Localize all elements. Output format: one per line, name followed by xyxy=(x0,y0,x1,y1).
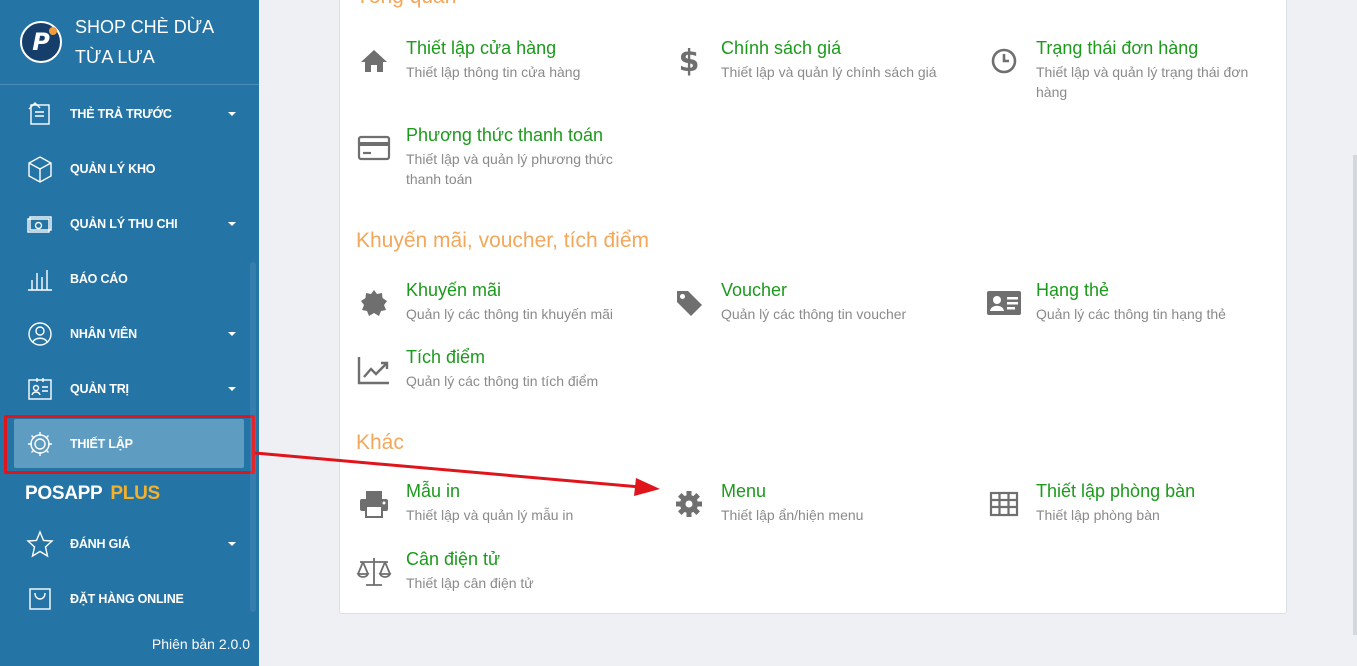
section-title-promotions: Khuyến mãi, voucher, tích điểm xyxy=(356,229,649,252)
setting-title[interactable]: Tích điểm xyxy=(406,346,598,368)
setting-desc: Quản lý các thông tin voucher xyxy=(721,306,907,322)
sidebar: P SHOP CHÈ DỪA TỪA LƯA THẺ TRẢ TRƯỚC QUẢ… xyxy=(0,0,259,666)
sidebar-item-settings[interactable]: THIẾT LẬP xyxy=(0,416,259,471)
chevron-down-icon xyxy=(228,387,236,391)
setting-print-template[interactable]: Mẫu in Thiết lập và quản lý mẫu in xyxy=(356,480,656,525)
setting-desc: Thiết lập ẩn/hiện menu xyxy=(721,507,864,523)
star-icon xyxy=(26,529,54,558)
shop-name: SHOP CHÈ DỪA TỪA LƯA xyxy=(75,17,214,67)
sidebar-item-admin[interactable]: QUẢN TRỊ xyxy=(0,361,259,416)
setting-desc: Quản lý các thông tin hạng thẻ xyxy=(1036,306,1226,322)
chevron-down-icon xyxy=(228,542,236,546)
setting-order-status[interactable]: Trạng thái đơn hàng Thiết lập và quản lý… xyxy=(986,37,1286,102)
chevron-down-icon xyxy=(228,222,236,226)
setting-title[interactable]: Thiết lập cửa hàng xyxy=(406,37,580,59)
cash-icon xyxy=(26,210,54,238)
setting-title[interactable]: Voucher xyxy=(721,279,906,301)
admin-icon xyxy=(26,375,54,403)
trend-icon xyxy=(356,352,392,388)
setting-desc: Quản lý các thông tin khuyến mãi xyxy=(406,306,614,322)
printer-icon xyxy=(356,486,392,522)
setting-title[interactable]: Trạng thái đơn hàng xyxy=(1036,37,1251,59)
chevron-down-icon xyxy=(228,112,236,116)
version-label: Phiên bản 2.0.0 xyxy=(151,636,250,652)
setting-payment-method[interactable]: Phương thức thanh toán Thiết lập và quản… xyxy=(356,124,656,189)
sidebar-item-staff[interactable]: NHÂN VIÊN xyxy=(0,306,259,361)
setting-price-policy[interactable]: $ Chính sách giá Thiết lập và quản lý ch… xyxy=(671,37,971,82)
home-icon xyxy=(356,43,392,79)
sidebar-item-prepaid-card[interactable]: THẺ TRẢ TRƯỚC xyxy=(0,86,259,141)
sidebar-item-online-order[interactable]: ĐẶT HÀNG ONLINE xyxy=(0,571,259,626)
gear-icon xyxy=(26,430,54,458)
clock-icon xyxy=(986,43,1022,79)
setting-store[interactable]: Thiết lập cửa hàng Thiết lập thông tin c… xyxy=(356,37,656,82)
setting-voucher[interactable]: Voucher Quản lý các thông tin voucher xyxy=(671,279,971,324)
setting-card-rank[interactable]: Hạng thẻ Quản lý các thông tin hạng thẻ xyxy=(986,279,1286,324)
setting-menu[interactable]: Menu Thiết lập ẩn/hiện menu xyxy=(671,480,971,525)
setting-title[interactable]: Phương thức thanh toán xyxy=(406,124,621,146)
setting-desc: Thiết lập thông tin cửa hàng xyxy=(406,64,581,80)
setting-desc: Thiết lập và quản lý phương thức thanh t… xyxy=(406,151,613,187)
section-title-other: Khác xyxy=(356,431,404,454)
setting-title[interactable]: Hạng thẻ xyxy=(1036,279,1226,301)
sidebar-item-inventory[interactable]: QUẢN LÝ KHO xyxy=(0,141,259,196)
brand[interactable]: P SHOP CHÈ DỪA TỪA LƯA xyxy=(0,0,259,85)
setting-points[interactable]: Tích điểm Quản lý các thông tin tích điể… xyxy=(356,346,656,391)
badge-icon xyxy=(356,285,392,321)
setting-title[interactable]: Menu xyxy=(721,480,863,502)
setting-desc: Thiết lập và quản lý chính sách giá xyxy=(721,64,937,80)
settings-card: Tổng quan Thiết lập cửa hàng Thiết lập t… xyxy=(339,0,1287,614)
setting-desc: Thiết lập và quản lý mẫu in xyxy=(406,507,574,523)
credit-card-icon xyxy=(356,130,392,166)
posapp-logo: P xyxy=(20,21,62,63)
page-scrollbar[interactable] xyxy=(1353,155,1357,635)
posapp-plus-heading: POSAPP PLUS xyxy=(25,483,160,504)
setting-desc: Thiết lập phòng bàn xyxy=(1036,507,1160,523)
sidebar-item-cashflow[interactable]: QUẢN LÝ THU CHI xyxy=(0,196,259,251)
setting-desc: Quản lý các thông tin tích điểm xyxy=(406,373,599,389)
id-card-icon xyxy=(986,285,1022,321)
setting-title[interactable]: Thiết lập phòng bàn xyxy=(1036,480,1195,502)
sidebar-item-reports[interactable]: BÁO CÁO xyxy=(0,251,259,306)
cog-icon xyxy=(671,486,707,522)
sidebar-item-reviews[interactable]: ĐÁNH GIÁ xyxy=(0,516,259,571)
user-icon xyxy=(26,320,54,348)
card-icon xyxy=(26,100,54,128)
bag-icon xyxy=(26,585,54,613)
sidebar-scrollbar[interactable] xyxy=(250,262,256,612)
dollar-icon: $ xyxy=(678,43,700,79)
setting-rooms-tables[interactable]: Thiết lập phòng bàn Thiết lập phòng bàn xyxy=(986,480,1286,525)
setting-scale[interactable]: Cân điện tử Thiết lập cân điện tử xyxy=(356,548,656,593)
table-icon xyxy=(986,486,1022,522)
scale-icon xyxy=(356,554,392,590)
bar-chart-icon xyxy=(26,265,54,293)
box-icon xyxy=(26,155,54,183)
setting-promotion[interactable]: Khuyến mãi Quản lý các thông tin khuyến … xyxy=(356,279,656,324)
setting-title[interactable]: Chính sách giá xyxy=(721,37,937,59)
setting-title[interactable]: Mẫu in xyxy=(406,480,573,502)
tag-icon xyxy=(671,285,707,321)
setting-title[interactable]: Cân điện tử xyxy=(406,548,534,570)
setting-desc: Thiết lập cân điện tử xyxy=(406,575,534,591)
setting-title[interactable]: Khuyến mãi xyxy=(406,279,613,301)
section-title-overview: Tổng quan xyxy=(356,0,456,9)
setting-desc: Thiết lập và quản lý trạng thái đơn hàng xyxy=(1036,64,1249,100)
chevron-down-icon xyxy=(228,332,236,336)
